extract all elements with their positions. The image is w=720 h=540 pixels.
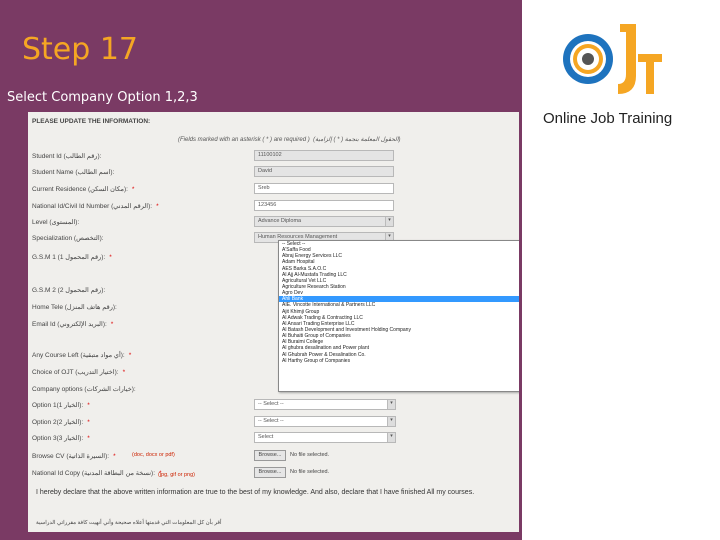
student-id-field[interactable]: 11100102 (254, 150, 394, 161)
company-dropdown-list[interactable]: -- Select -- A'Saffa Food Abraj Energy Ser… (278, 240, 519, 392)
slide-subtitle: Select Company Option 1,2,3 (7, 90, 198, 105)
idcopy-status: No file selected. (290, 469, 330, 475)
row-residence: Current Residence (مكان السكن): * Sreb (32, 183, 517, 195)
cv-status: No file selected. (290, 452, 330, 458)
level-select[interactable]: Advance Diploma ▾ (254, 216, 394, 227)
row-option2: Option 2(2 الخيار): * -- Select -- ▾ (32, 416, 517, 428)
logo-text: Online Job Training (543, 110, 673, 127)
chevron-down-icon: ▾ (387, 400, 395, 409)
student-name-field[interactable]: David (254, 166, 394, 177)
required-note: (Fields marked with an asterisk ( * ) ar… (178, 137, 401, 143)
form-screenshot: PLEASE UPDATE THE INFORMATION: (Fields m… (28, 112, 519, 532)
idcopy-hint: (jpg, gif or png) (158, 472, 195, 478)
row-cv: Browse CV (السيرة الذاتية): * (doc, docx … (32, 450, 330, 461)
row-national-id: National Id/Civil Id Number (الرقم المدن… (32, 200, 517, 212)
chevron-down-icon: ▾ (385, 217, 393, 226)
option1-select[interactable]: -- Select -- ▾ (254, 399, 396, 410)
row-option3: Option 3(3 الخيار): * Select ▾ (32, 432, 517, 444)
chevron-down-icon: ▾ (387, 417, 395, 426)
national-id-field[interactable]: 123456 (254, 200, 394, 211)
ojt-logo-icon (563, 24, 662, 94)
idcopy-browse-button[interactable]: Browse... (254, 467, 286, 478)
cv-browse-button[interactable]: Browse... (254, 450, 286, 461)
option2-select[interactable]: -- Select -- ▾ (254, 416, 396, 427)
cv-hint: (doc, docx or pdf) (132, 452, 175, 458)
row-option1: Option 1(1 الخيار): * -- Select -- ▾ (32, 399, 517, 411)
row-level: Level (المستوى): Advance Diploma ▾ (32, 216, 517, 228)
dropdown-option[interactable]: Al Harthy Group of Companies (279, 358, 519, 364)
form-header: PLEASE UPDATE THE INFORMATION: (32, 118, 151, 125)
declaration-arabic: أقر بأن كل المعلومات التي قدمتها أعلاه ص… (36, 520, 222, 526)
row-student-id: Student Id (رقم الطالب): 11100102 (32, 150, 517, 162)
residence-field[interactable]: Sreb (254, 183, 394, 194)
option3-select[interactable]: Select ▾ (254, 432, 396, 443)
chevron-down-icon: ▾ (387, 433, 395, 442)
row-idcopy: National Id Copy (نسخة من البطاقة المدني… (32, 467, 330, 478)
declaration-text: I hereby declare that the above written … (36, 489, 475, 496)
slide-title: Step 17 (22, 32, 139, 67)
row-student-name: Student Name (اسم الطالب): David (32, 166, 517, 178)
